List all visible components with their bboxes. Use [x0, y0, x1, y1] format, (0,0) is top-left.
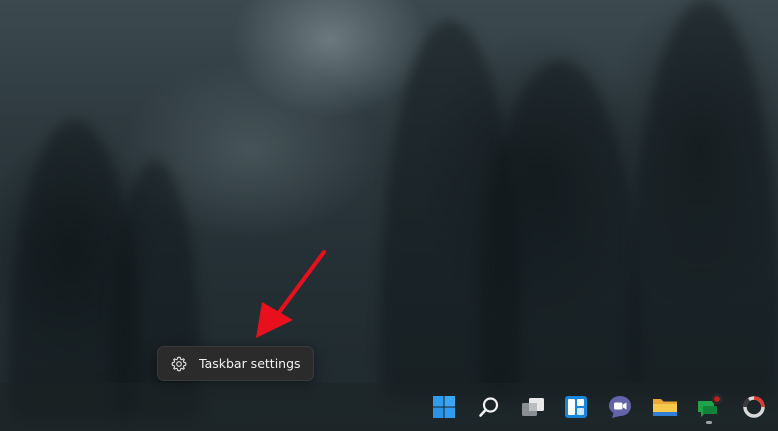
greenshot-icon	[694, 392, 724, 422]
teams-chat-button[interactable]	[602, 389, 638, 425]
windows-logo-icon	[432, 395, 456, 419]
wallpaper-tree-shape	[110, 160, 200, 420]
taskbar-settings-menu-item[interactable]: Taskbar settings	[162, 350, 303, 377]
teams-chat-icon	[607, 394, 633, 420]
menu-item-label: Taskbar settings	[199, 356, 301, 371]
search-button[interactable]	[471, 389, 507, 425]
start-button[interactable]	[426, 389, 462, 425]
task-view-icon	[520, 395, 546, 419]
wallpaper-tree-shape	[630, 0, 778, 400]
desktop-wallpaper[interactable]	[0, 0, 778, 431]
folder-icon	[651, 395, 679, 419]
ring-app-icon	[741, 394, 767, 420]
wallpaper-tree-shape	[480, 60, 640, 400]
running-indicator	[706, 421, 712, 424]
greenshot-app-button[interactable]	[691, 389, 727, 425]
widgets-icon	[564, 395, 588, 419]
file-explorer-button[interactable]	[647, 389, 683, 425]
taskbar-context-menu: Taskbar settings	[157, 346, 314, 381]
widgets-button[interactable]	[558, 389, 594, 425]
app-button[interactable]	[736, 389, 772, 425]
task-view-button[interactable]	[515, 389, 551, 425]
search-icon	[477, 395, 501, 419]
gear-icon	[171, 356, 187, 372]
